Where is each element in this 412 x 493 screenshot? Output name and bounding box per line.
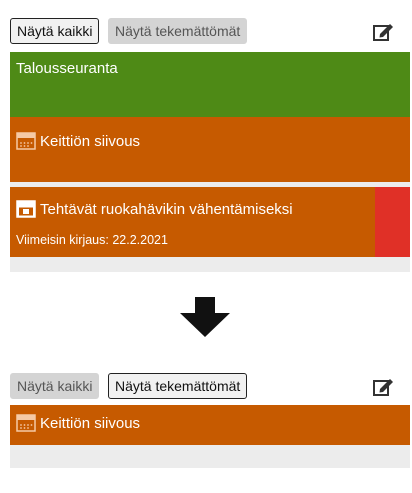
arrow-down-icon [180,297,230,337]
task-title: Talousseuranta [16,60,118,77]
top-toolbar: Näytä kaikki Näytä tekemättömät [0,14,412,48]
task-item-keittion-siivous[interactable]: Keittiön siivous [10,117,410,182]
bottom-toolbar: Näytä kaikki Näytä tekemättömät [0,369,412,403]
calendar-check-icon [16,200,36,218]
last-entry-text: Viimeisin kirjaus: 22.2.2021 [16,233,168,247]
bottom-task-list: Keittiön siivous [10,405,410,468]
show-undone-button[interactable]: Näytä tekemättömät [108,18,248,44]
show-all-button[interactable]: Näytä kaikki [10,373,100,399]
show-undone-button[interactable]: Näytä tekemättömät [108,373,248,399]
overdue-flag [375,187,410,257]
task-item-talousseuranta[interactable]: Talousseuranta [10,52,410,117]
calendar-icon [16,414,36,432]
task-title: Keittiön siivous [40,132,141,150]
screen: Näytä kaikki Näytä tekemättömät Talousse… [0,0,412,493]
edit-icon[interactable] [372,21,394,43]
show-all-button[interactable]: Näytä kaikki [10,18,100,44]
edit-icon[interactable] [372,376,394,398]
calendar-icon [16,132,36,150]
task-title: Tehtävät ruokahävikin vähentämiseksi [40,200,293,218]
task-title: Keittiön siivous [40,414,141,432]
task-item-keittion-siivous[interactable]: Keittiön siivous [10,405,410,445]
task-item-ruokahavikki[interactable]: Tehtävät ruokahävikin vähentämiseksi Vii… [10,187,410,257]
